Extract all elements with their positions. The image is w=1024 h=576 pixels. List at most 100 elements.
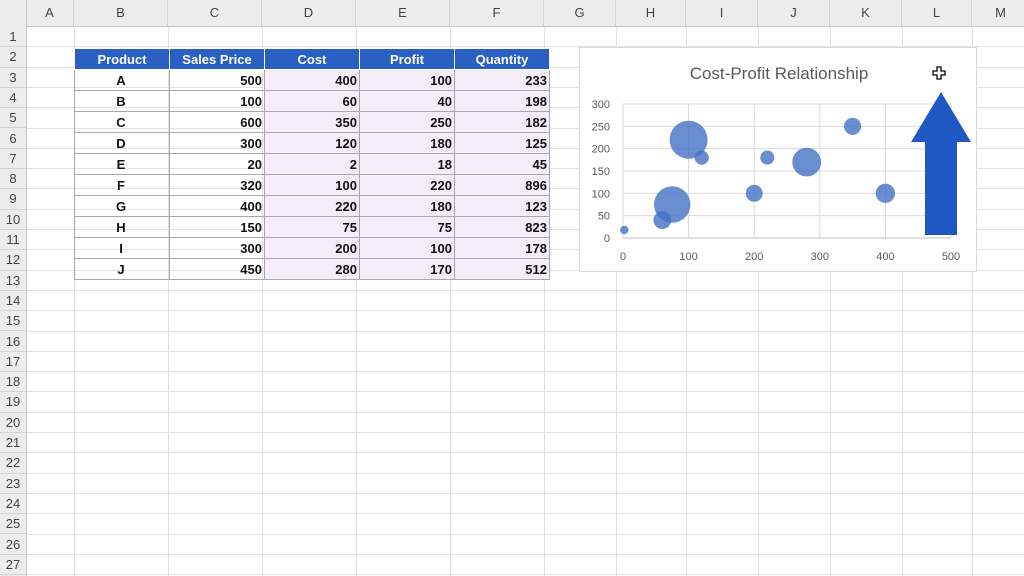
cost-cell[interactable]: 400 — [264, 69, 360, 91]
profit-cell[interactable]: 75 — [359, 216, 455, 238]
column-header-k[interactable]: K — [830, 0, 902, 26]
cost-cell[interactable]: 60 — [264, 90, 360, 112]
row-header-16[interactable]: 16 — [0, 332, 26, 352]
sales-price-cell[interactable]: 20 — [169, 153, 265, 175]
profit-cell[interactable]: 170 — [359, 258, 455, 280]
row-header-26[interactable]: 26 — [0, 535, 26, 555]
column-header-h[interactable]: H — [616, 0, 686, 26]
column-header-j[interactable]: J — [758, 0, 830, 26]
quantity-cell[interactable]: 198 — [454, 90, 550, 112]
quantity-cell[interactable]: 45 — [454, 153, 550, 175]
quantity-cell[interactable]: 125 — [454, 132, 550, 154]
header-product[interactable]: Product — [74, 48, 170, 70]
product-cell[interactable]: I — [74, 237, 170, 259]
sales-price-cell[interactable]: 450 — [169, 258, 265, 280]
row-header-23[interactable]: 23 — [0, 474, 26, 494]
header-sales-price[interactable]: Sales Price — [169, 48, 265, 70]
header-profit[interactable]: Profit — [359, 48, 455, 70]
select-all-corner[interactable] — [0, 0, 27, 26]
row-header-19[interactable]: 19 — [0, 392, 26, 413]
product-cell[interactable]: F — [74, 174, 170, 196]
row-header-21[interactable]: 21 — [0, 433, 26, 454]
row-header-7[interactable]: 7 — [0, 149, 26, 170]
sales-price-cell[interactable]: 300 — [169, 132, 265, 154]
row-header-2[interactable]: 2 — [0, 47, 26, 68]
cost-cell[interactable]: 75 — [264, 216, 360, 238]
up-arrow-shape-icon[interactable] — [911, 92, 971, 235]
cost-cell[interactable]: 100 — [264, 174, 360, 196]
row-header-17[interactable]: 17 — [0, 352, 26, 373]
row-header-12[interactable]: 12 — [0, 250, 26, 271]
sales-price-cell[interactable]: 500 — [169, 69, 265, 91]
product-cell[interactable]: B — [74, 90, 170, 112]
profit-cell[interactable]: 100 — [359, 237, 455, 259]
cost-cell[interactable]: 220 — [264, 195, 360, 217]
row-header-18[interactable]: 18 — [0, 372, 26, 393]
row-header-1[interactable]: 1 — [0, 27, 26, 48]
row-header-15[interactable]: 15 — [0, 311, 26, 332]
cost-cell[interactable]: 200 — [264, 237, 360, 259]
column-header-e[interactable]: E — [356, 0, 450, 26]
row-header-4[interactable]: 4 — [0, 88, 26, 109]
row-header-25[interactable]: 25 — [0, 514, 26, 535]
profit-cell[interactable]: 220 — [359, 174, 455, 196]
sales-price-cell[interactable]: 400 — [169, 195, 265, 217]
cost-cell[interactable]: 350 — [264, 111, 360, 133]
sales-price-cell[interactable]: 300 — [169, 237, 265, 259]
sales-price-cell[interactable]: 600 — [169, 111, 265, 133]
cost-cell[interactable]: 2 — [264, 153, 360, 175]
quantity-cell[interactable]: 182 — [454, 111, 550, 133]
profit-cell[interactable]: 250 — [359, 111, 455, 133]
row-header-14[interactable]: 14 — [0, 291, 26, 312]
row-header-8[interactable]: 8 — [0, 169, 26, 190]
product-cell[interactable]: E — [74, 153, 170, 175]
row-header-20[interactable]: 20 — [0, 413, 26, 433]
grid-row-line — [27, 289, 1024, 291]
column-header-g[interactable]: G — [544, 0, 616, 26]
column-header-i[interactable]: I — [686, 0, 758, 26]
sales-price-cell[interactable]: 100 — [169, 90, 265, 112]
bubble-chart[interactable]: Cost-Profit Relationship 0 50 100 150 200 250… — [579, 47, 977, 272]
profit-cell[interactable]: 40 — [359, 90, 455, 112]
cost-cell[interactable]: 120 — [264, 132, 360, 154]
product-cell[interactable]: J — [74, 258, 170, 280]
header-cost[interactable]: Cost — [264, 48, 360, 70]
row-header-5[interactable]: 5 — [0, 108, 26, 129]
column-header-b[interactable]: B — [74, 0, 168, 26]
row-header-27[interactable]: 27 — [0, 555, 26, 576]
quantity-cell[interactable]: 896 — [454, 174, 550, 196]
column-header-l[interactable]: L — [902, 0, 972, 26]
row-header-9[interactable]: 9 — [0, 189, 26, 210]
column-header-f[interactable]: F — [450, 0, 544, 26]
column-header-m[interactable]: M — [972, 0, 1024, 26]
sales-price-cell[interactable]: 150 — [169, 216, 265, 238]
product-cell[interactable]: G — [74, 195, 170, 217]
quantity-cell[interactable]: 123 — [454, 195, 550, 217]
product-cell[interactable]: C — [74, 111, 170, 133]
row-header-3[interactable]: 3 — [0, 68, 26, 88]
sales-price-cell[interactable]: 320 — [169, 174, 265, 196]
row-header-22[interactable]: 22 — [0, 453, 26, 474]
product-cell[interactable]: D — [74, 132, 170, 154]
quantity-cell[interactable]: 823 — [454, 216, 550, 238]
row-header-24[interactable]: 24 — [0, 494, 26, 515]
product-cell[interactable]: H — [74, 216, 170, 238]
column-header-d[interactable]: D — [262, 0, 356, 26]
row-header-11[interactable]: 11 — [0, 230, 26, 251]
column-header-c[interactable]: C — [168, 0, 262, 26]
row-header-10[interactable]: 10 — [0, 210, 26, 230]
cost-cell[interactable]: 280 — [264, 258, 360, 280]
quantity-cell[interactable]: 512 — [454, 258, 550, 280]
profit-cell[interactable]: 100 — [359, 69, 455, 91]
profit-cell[interactable]: 180 — [359, 132, 455, 154]
column-header-a[interactable]: A — [26, 0, 74, 26]
x-tick-label: 500 — [942, 251, 960, 263]
row-header-6[interactable]: 6 — [0, 129, 26, 149]
header-quantity[interactable]: Quantity — [454, 48, 550, 70]
profit-cell[interactable]: 180 — [359, 195, 455, 217]
quantity-cell[interactable]: 233 — [454, 69, 550, 91]
product-cell[interactable]: A — [74, 69, 170, 91]
row-header-13[interactable]: 13 — [0, 271, 26, 291]
profit-cell[interactable]: 18 — [359, 153, 455, 175]
quantity-cell[interactable]: 178 — [454, 237, 550, 259]
